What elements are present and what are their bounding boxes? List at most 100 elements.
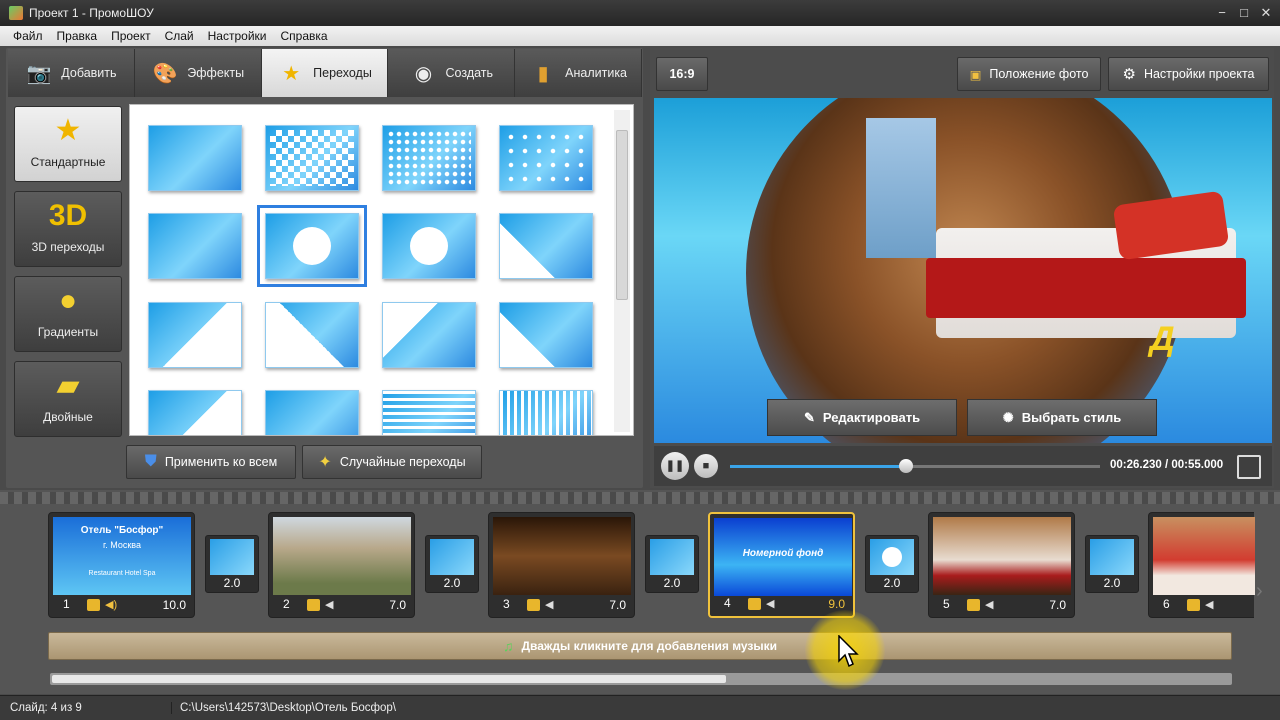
transition-thumb[interactable] [265,390,359,435]
aperture-icon: ✺ [1002,409,1014,425]
timeline-transition[interactable]: 2.0 [205,535,259,593]
bar-chart-icon: ▮ [537,62,549,85]
transition-thumb[interactable] [499,302,593,368]
timeline-slide[interactable]: 2 ◀ 7.0 [268,512,415,618]
time-readout: 00:26.230 / 00:55.000 [1110,459,1224,471]
tab-effects[interactable]: 🎨 Эффекты [134,49,262,97]
timeline-transition[interactable]: 2.0 [865,535,919,593]
aspect-ratio-button[interactable]: 16:9 [656,57,708,91]
tab-analytics[interactable]: ▮ Аналитика [515,49,642,97]
speaker-icon[interactable]: ◀) [105,598,117,611]
slide-thumbnail: Номерной фонд [714,518,852,596]
transition-thumb[interactable] [148,213,242,279]
slide-number: 4 [724,596,731,610]
pencil-icon[interactable] [748,598,761,610]
slide-duration: 9.0 [828,597,845,611]
film-reel-icon: ◉ [414,62,433,85]
category-label: Двойные [43,410,93,424]
project-settings-button[interactable]: ⚙ Настройки проекта [1108,57,1269,91]
aspect-ratio-label: 16:9 [669,67,695,81]
transition-thumb[interactable] [499,213,593,279]
apply-to-all-label: Применить ко всем [164,455,278,469]
close-button[interactable]: ✕ [1258,5,1274,21]
seek-handle[interactable] [899,459,914,473]
timeline-slide[interactable]: 3 ◀ 7.0 [488,512,635,618]
tab-label: Аналитика [565,66,628,80]
app-icon [9,6,23,20]
menu-settings[interactable]: Настройки [201,29,274,43]
menu-edit[interactable]: Правка [50,29,105,43]
transition-thumb[interactable] [382,302,476,368]
tab-transitions[interactable]: ★ Переходы [261,49,389,97]
menu-slide[interactable]: Слай [158,29,201,43]
slide-thumbnail [1153,517,1255,595]
tab-label: Создать [445,66,494,80]
timeline-slide-selected[interactable]: Номерной фонд 4 ◀ 9.0 [708,512,855,618]
timeline-scroll-thumb[interactable] [52,675,726,683]
category-3d[interactable]: 3D 3D переходы [14,191,122,267]
transition-thumb[interactable] [148,125,242,191]
timeline-slide[interactable]: 5 ◀ 7.0 [928,512,1075,618]
apply-to-all-button[interactable]: ⛊ Применить ко всем [126,445,296,479]
grid-scroll-thumb[interactable] [616,130,628,300]
seek-progress [730,465,907,468]
menu-file[interactable]: Файл [6,29,50,43]
slide-duration: 10.0 [162,598,186,612]
transition-thumb[interactable] [499,390,593,435]
tab-create[interactable]: ◉ Создать [388,49,516,97]
status-bar: Слайд: 4 из 9 C:\Users\142573\Desktop\От… [0,695,1280,720]
menu-bar: Файл Правка Проект Слай Настройки Справк… [0,26,1280,46]
minimize-button[interactable]: − [1214,5,1230,21]
maximize-button[interactable]: □ [1236,5,1252,21]
speaker-icon[interactable]: ◀ [545,598,553,611]
category-standard[interactable]: ★ Стандартные [14,106,122,182]
transition-thumb-selected[interactable] [257,205,367,287]
mouse-cursor-icon [838,635,859,668]
category-gradients[interactable]: ● Градиенты [14,276,122,352]
transition-thumb[interactable] [148,302,242,368]
pencil-icon[interactable] [307,599,320,611]
slide-caption: Номерной фонд [742,548,824,559]
pencil-icon[interactable] [1187,599,1200,611]
category-label: Стандартные [30,155,106,169]
random-transitions-label: Случайные переходы [339,455,466,469]
transition-thumb[interactable] [499,125,593,191]
choose-style-button[interactable]: ✺ Выбрать стиль [967,399,1157,436]
pencil-icon[interactable] [87,599,100,611]
speaker-icon[interactable]: ◀ [1205,598,1213,611]
timeline-transition[interactable]: 2.0 [425,535,479,593]
transition-thumb[interactable] [265,125,359,191]
timeline-transition[interactable]: 2.0 [645,535,699,593]
speaker-icon[interactable]: ◀ [325,598,333,611]
scroll-right-icon[interactable]: › [1256,580,1263,603]
transition-thumb[interactable] [148,390,242,435]
transition-thumb[interactable] [265,302,359,368]
stop-button[interactable]: ■ [694,454,718,478]
speaker-icon[interactable]: ◀ [766,597,774,610]
music-hint: Дважды кликните для добавления музыки [521,639,778,653]
edit-slide-button[interactable]: ✎ Редактировать [767,399,957,436]
transition-thumb[interactable] [382,125,476,191]
photo-position-button[interactable]: ▣ Положение фото [957,57,1101,91]
pencil-icon[interactable] [527,599,540,611]
fullscreen-icon[interactable] [1237,455,1261,479]
pencil-icon[interactable] [967,599,980,611]
timeline-slide[interactable]: 6 ◀ [1148,512,1255,618]
tab-add[interactable]: 📷 Добавить [8,49,135,97]
star-icon: ★ [54,114,82,147]
random-transitions-button[interactable]: ✦ Случайные переходы [302,445,482,479]
status-path: C:\Users\142573\Desktop\Отель Босфор\ [180,702,397,714]
category-double[interactable]: ▰ Двойные [14,361,122,437]
slide-number: 6 [1163,597,1170,611]
pause-button[interactable]: ❚❚ [661,452,689,480]
tab-label: Переходы [313,66,372,80]
category-label: 3D переходы [31,240,105,254]
music-track[interactable]: ♫ Дважды кликните для добавления музыки [48,632,1232,660]
transition-thumb[interactable] [382,213,476,279]
menu-project[interactable]: Проект [104,29,158,43]
menu-help[interactable]: Справка [273,29,334,43]
transition-thumb[interactable] [382,390,476,435]
timeline-slide[interactable]: Отель "Босфор" г. Москва Restaurant Hote… [48,512,195,618]
timeline-transition[interactable]: 2.0 [1085,535,1139,593]
speaker-icon[interactable]: ◀ [985,598,993,611]
